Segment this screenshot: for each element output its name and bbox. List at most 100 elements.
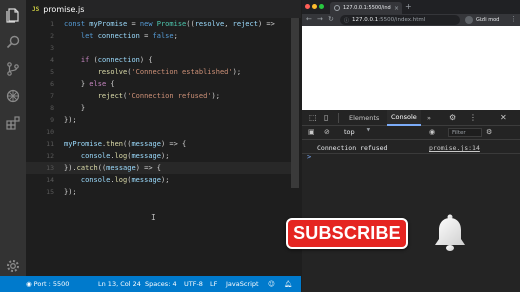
device-toolbar-icon[interactable]: ▯ xyxy=(324,113,328,122)
log-source-link[interactable]: promise.js:14 xyxy=(429,144,480,152)
line-number: 9 xyxy=(50,116,54,124)
code-text: } xyxy=(64,104,86,112)
code-text: resolve('Connection established'); xyxy=(97,68,242,76)
code-line[interactable]: 15}); xyxy=(26,186,291,198)
code-line[interactable]: 3 xyxy=(26,42,291,54)
javascript-file-icon: JS xyxy=(32,5,40,13)
console-settings-gear-icon[interactable]: ⚙ xyxy=(486,128,492,136)
browser-menu-icon[interactable]: ⋮ xyxy=(510,15,517,23)
reload-icon[interactable]: ↻ xyxy=(328,15,334,23)
line-number: 13 xyxy=(46,164,54,172)
browser-toolbar: ← → ↻ ⓘ 127.0.0.1:5500/index.html Gizli … xyxy=(302,14,520,26)
console-log-row: Connection refused promise.js:14 xyxy=(302,142,520,154)
editor-tab-label: promise.js xyxy=(43,4,85,14)
line-number: 6 xyxy=(50,80,54,88)
context-selector[interactable]: top ▼ xyxy=(344,128,370,136)
debug-icon[interactable] xyxy=(4,87,22,105)
filter-input[interactable]: Filter xyxy=(448,128,482,137)
browser-tab-strip: 127.0.0.1:5500/index.html × + xyxy=(302,0,520,14)
encoding[interactable]: UTF-8 xyxy=(184,276,203,292)
search-icon[interactable] xyxy=(4,33,22,51)
editor-scrollbar[interactable] xyxy=(291,18,299,188)
editor-tab-bar: JS promise.js xyxy=(26,0,301,18)
code-line[interactable]: 2 let connection = false; xyxy=(26,30,291,42)
incognito-profile[interactable]: Gizli mod xyxy=(465,15,499,25)
context-value: top xyxy=(344,128,355,136)
code-line[interactable]: 6 } else { xyxy=(26,78,291,90)
code-text: console.log(message); xyxy=(80,152,170,160)
activity-bar xyxy=(0,0,26,276)
new-tab-icon[interactable]: + xyxy=(405,2,412,11)
close-devtools-icon[interactable]: ✕ xyxy=(500,113,507,122)
line-number: 2 xyxy=(50,32,54,40)
code-line[interactable]: 1 const myPromise = new Promise((resolve,… xyxy=(26,18,291,30)
line-number: 8 xyxy=(50,104,54,112)
line-number: 1 xyxy=(50,20,54,28)
settings-gear-icon[interactable] xyxy=(4,257,22,275)
browser-tab[interactable]: 127.0.0.1:5500/index.html × xyxy=(330,2,402,14)
divider xyxy=(338,113,339,123)
line-number: 14 xyxy=(46,176,54,184)
code-text: const myPromise = new Promise((resolve, … xyxy=(64,20,275,28)
live-server-port[interactable]: ◉ Port : 5500 xyxy=(26,276,69,292)
more-options-icon[interactable]: ⋮ xyxy=(469,113,477,122)
forward-arrow-icon[interactable]: → xyxy=(317,15,323,23)
status-bar: ◉ Port : 5500 Ln 13, Col 24 Spaces: 4 UT… xyxy=(0,276,301,292)
notifications-bell-icon[interactable]: 🔔︎ xyxy=(284,276,292,292)
address-bar[interactable]: ⓘ 127.0.0.1:5500/index.html xyxy=(340,15,460,25)
code-line[interactable]: 12 console.log(message); xyxy=(26,150,291,162)
editor-tab-promise-js[interactable]: JS promise.js xyxy=(26,0,84,18)
console-prompt[interactable]: > xyxy=(307,153,311,161)
eye-icon[interactable]: ◉ xyxy=(429,128,435,136)
source-control-icon[interactable] xyxy=(4,60,22,78)
code-line[interactable]: 11 myPromise.then((message) => { xyxy=(26,138,291,150)
subscribe-button[interactable]: SUBSCRIBE xyxy=(286,218,408,249)
notification-bell-icon[interactable] xyxy=(428,211,472,255)
devtools-tab-bar: ⬚ ▯ Elements Console » ⚙ ⋮ ✕ xyxy=(302,110,520,126)
console-output[interactable]: Connection refused promise.js:14 > xyxy=(302,140,520,292)
url-text: 127.0.0.1:5500/index.html xyxy=(352,17,426,23)
chevron-down-icon: ▼ xyxy=(366,128,371,133)
page-viewport[interactable] xyxy=(302,26,520,110)
code-line[interactable]: 9}); xyxy=(26,114,291,126)
cursor-position[interactable]: Ln 13, Col 24 xyxy=(98,276,141,292)
extensions-icon[interactable] xyxy=(4,114,22,132)
code-text: if (connection) { xyxy=(80,56,153,64)
close-tab-icon[interactable]: × xyxy=(394,5,402,12)
tab-console[interactable]: Console xyxy=(387,110,421,126)
files-icon[interactable] xyxy=(4,6,22,24)
code-text: myPromise.then((message) => { xyxy=(64,140,187,148)
tab-elements[interactable]: Elements xyxy=(349,110,379,126)
clear-console-icon[interactable]: ⊘ xyxy=(324,128,330,136)
code-text: }); xyxy=(64,116,77,124)
minimize-window-icon[interactable] xyxy=(312,4,317,9)
inspect-element-icon[interactable]: ⬚ xyxy=(309,113,317,122)
line-ending[interactable]: LF xyxy=(210,276,217,292)
line-number: 12 xyxy=(46,152,54,160)
sidebar-toggle-icon[interactable]: ▣ xyxy=(308,128,315,136)
code-line[interactable]: 14 console.log(message); xyxy=(26,174,291,186)
mouse-cursor-icon: I xyxy=(151,213,156,222)
console-toolbar: ▣ ⊘ top ▼ ◉ Filter ⚙ xyxy=(302,126,520,140)
maximize-window-icon[interactable] xyxy=(319,4,324,9)
code-line[interactable]: 7 reject('Connection refused'); xyxy=(26,90,291,102)
line-number: 4 xyxy=(50,56,54,64)
indentation[interactable]: Spaces: 4 xyxy=(145,276,177,292)
code-line[interactable]: 10 xyxy=(26,126,291,138)
settings-gear-icon[interactable]: ⚙ xyxy=(449,113,456,122)
code-text: reject('Connection refused'); xyxy=(97,92,220,100)
code-line[interactable]: 4 if (connection) { xyxy=(26,54,291,66)
line-number: 10 xyxy=(46,128,54,136)
code-line[interactable]: 13 }).catch((message) => { xyxy=(26,162,291,174)
back-arrow-icon[interactable]: ← xyxy=(306,15,312,23)
code-line[interactable]: 5 resolve('Connection established'); xyxy=(26,66,291,78)
code-text: }).catch((message) => { xyxy=(64,164,161,172)
language-mode[interactable]: JavaScript xyxy=(226,276,259,292)
feedback-icon[interactable]: ☺ xyxy=(268,276,275,292)
code-line[interactable]: 8 } xyxy=(26,102,291,114)
more-tabs-chevron[interactable]: » xyxy=(427,110,431,126)
code-editor[interactable]: 1 const myPromise = new Promise((resolve,… xyxy=(26,18,301,276)
subscribe-label: SUBSCRIBE xyxy=(293,223,401,243)
close-window-icon[interactable] xyxy=(305,4,310,9)
incognito-icon xyxy=(465,16,473,24)
